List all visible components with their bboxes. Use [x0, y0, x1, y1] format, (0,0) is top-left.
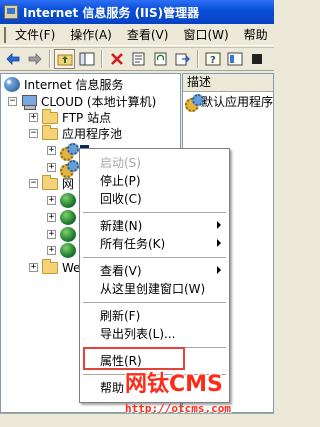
collapse-icon[interactable]: −	[29, 129, 38, 138]
show-tree-icon[interactable]	[76, 49, 97, 69]
toolbar-separator	[197, 50, 199, 68]
up-folder-icon[interactable]	[54, 49, 75, 69]
expand-icon[interactable]: +	[47, 230, 56, 239]
tree-node-website-4[interactable]: +	[47, 242, 80, 259]
tree-label: 应用程序池	[62, 127, 123, 141]
menu-item-new-window[interactable]: 从这里创建窗口(W)	[80, 279, 229, 297]
menu-item-label: 启动(S)	[100, 155, 141, 170]
submenu-arrow-icon	[217, 266, 221, 274]
menu-item-export-list[interactable]: 导出列表(L)...	[80, 324, 229, 342]
folder-icon	[42, 124, 58, 140]
menu-item-refresh[interactable]: 刷新(F)	[80, 306, 229, 324]
collapse-icon[interactable]: −	[29, 179, 38, 188]
title-bar: Internet 信息服务 (IIS)管理器	[0, 0, 274, 24]
expand-icon[interactable]: +	[47, 196, 56, 205]
menu-item-help[interactable]: 帮助	[80, 378, 229, 396]
folder-icon	[42, 174, 58, 190]
expand-icon[interactable]: +	[29, 263, 38, 272]
menu-view[interactable]: 查看(V)	[121, 26, 178, 43]
menu-item-label: 所有任务(K)	[100, 236, 166, 251]
menu-item-label: 新建(N)	[100, 218, 143, 233]
properties-highlight-box	[83, 347, 185, 370]
tree-node-website-2[interactable]: +	[47, 209, 80, 226]
menu-item-label: 停止(P)	[100, 173, 141, 188]
menu-separator	[83, 257, 226, 258]
iis-manager-icon	[4, 5, 18, 19]
list-item[interactable]: 默认应用程序	[183, 92, 273, 112]
list-item-label: 默认应用程序	[200, 94, 273, 109]
toolbar-separator	[49, 50, 51, 68]
back-arrow-icon[interactable]	[2, 49, 23, 69]
menu-bar: 文件(F) 操作(A) 查看(V) 窗口(W) 帮助	[0, 24, 274, 46]
tree-node-website-1[interactable]: +	[47, 192, 80, 209]
expand-icon[interactable]: +	[47, 246, 56, 255]
submenu-arrow-icon	[217, 221, 221, 229]
tree-node-app-pool-default[interactable]: +	[47, 159, 80, 178]
menu-help[interactable]: 帮助	[238, 26, 277, 43]
menu-file[interactable]: 文件(F)	[9, 26, 64, 43]
tree-label: Internet 信息服务	[24, 78, 124, 92]
menu-item-new[interactable]: 新建(N)	[80, 216, 229, 234]
menu-item-all-tasks[interactable]: 所有任务(K)	[80, 234, 229, 252]
expand-icon[interactable]: +	[47, 213, 56, 222]
export-icon[interactable]	[172, 49, 193, 69]
svg-text:?: ?	[210, 55, 216, 66]
menu-item-recycle[interactable]: 回收(C)	[80, 189, 229, 207]
tree-label: 网	[62, 177, 75, 191]
help-icon[interactable]: ?	[202, 49, 223, 69]
computer-icon	[21, 94, 37, 110]
mdi-child-icon[interactable]	[4, 26, 6, 43]
tree-node-iis-root[interactable]: Internet 信息服务	[4, 76, 123, 93]
tree-node-ftp-sites[interactable]: + FTP 站点	[29, 108, 112, 126]
context-menu: 启动(S) 停止(P) 回收(C) 新建(N) 所有任务(K) 查看(V) 从这…	[79, 148, 230, 403]
tree-label: FTP 站点	[62, 111, 112, 125]
folder-icon	[42, 258, 58, 274]
menu-item-label: 帮助	[100, 380, 125, 395]
properties-icon[interactable]	[128, 49, 149, 69]
window-title: Internet 信息服务 (IIS)管理器	[23, 5, 200, 20]
menu-item-view[interactable]: 查看(V)	[80, 261, 229, 279]
menu-separator	[83, 212, 226, 213]
menu-item-label: 查看(V)	[100, 263, 142, 278]
menu-item-label: 导出列表(L)...	[100, 326, 176, 341]
website-globe-icon	[60, 193, 76, 208]
menu-item-label: 刷新(F)	[100, 308, 141, 323]
app-pool-icon	[185, 93, 204, 112]
menu-separator	[83, 302, 226, 303]
column-header-description[interactable]: 描述	[183, 74, 273, 92]
website-globe-icon	[60, 243, 76, 258]
expand-icon[interactable]: +	[29, 113, 38, 122]
forward-arrow-icon[interactable]	[24, 49, 45, 69]
menu-item-stop[interactable]: 停止(P)	[80, 171, 229, 189]
menu-item-label: 从这里创建窗口(W)	[100, 281, 206, 296]
folder-icon	[42, 108, 58, 124]
submenu-arrow-icon	[217, 239, 221, 247]
app-pool-icon	[60, 160, 79, 178]
status-bar	[0, 413, 274, 427]
mmc-icon[interactable]	[224, 49, 245, 69]
menu-item-start[interactable]: 启动(S)	[80, 153, 229, 171]
refresh-icon[interactable]	[150, 49, 171, 69]
menu-window[interactable]: 窗口(W)	[177, 26, 237, 43]
website-globe-icon	[60, 210, 76, 225]
expand-icon[interactable]: +	[47, 163, 56, 172]
menu-item-label: 回收(C)	[100, 191, 142, 206]
expand-icon[interactable]: +	[47, 146, 56, 155]
menu-action[interactable]: 操作(A)	[64, 26, 121, 43]
website-globe-icon	[60, 227, 76, 242]
tree-node-computer[interactable]: − CLOUD (本地计算机)	[8, 93, 156, 110]
delete-icon[interactable]	[106, 49, 127, 69]
app-pool-icon	[60, 143, 79, 161]
tree-node-website-3[interactable]: +	[47, 226, 80, 243]
toolbar: ?	[0, 47, 274, 71]
iis-icon	[4, 77, 20, 92]
tree-label: CLOUD (本地计算机)	[41, 95, 157, 109]
tree-node-app-pools[interactable]: − 应用程序池	[29, 124, 123, 142]
menu-separator	[83, 374, 226, 375]
collapse-icon[interactable]: −	[8, 97, 17, 106]
toolbar-separator	[101, 50, 103, 68]
tree-node-websites[interactable]: − 网	[29, 174, 75, 192]
stop-icon[interactable]	[246, 49, 267, 69]
